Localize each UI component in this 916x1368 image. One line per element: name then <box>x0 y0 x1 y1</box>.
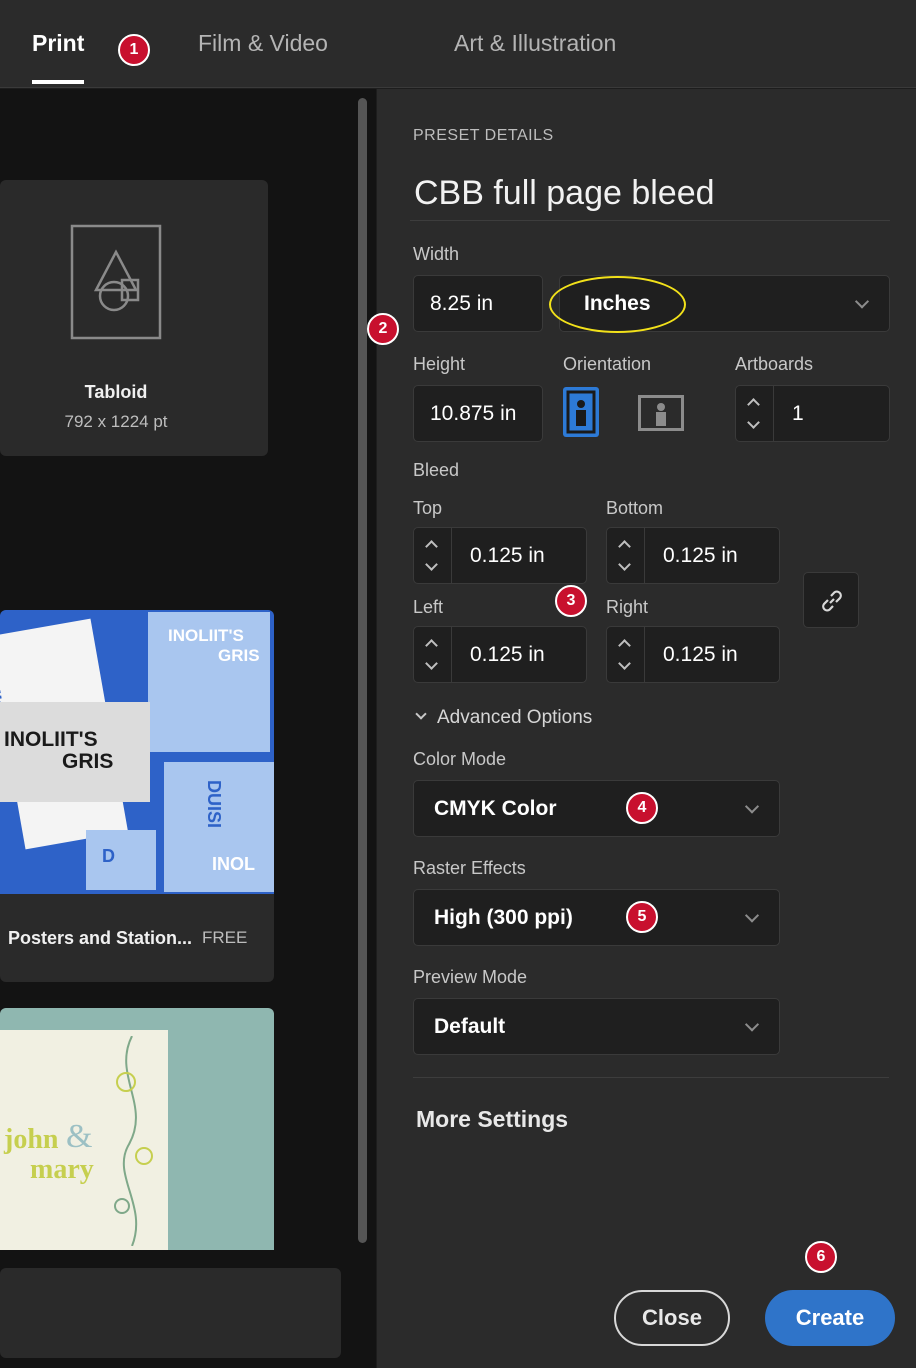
floral-illustration <box>114 1036 153 1246</box>
artboards-label: Artboards <box>735 354 814 374</box>
poster-sheet: INOLIIT'S GRIS <box>148 612 270 752</box>
stepper-arrows[interactable] <box>414 528 452 583</box>
invitation-card: john & mary <box>0 1030 168 1250</box>
preset-card-tabloid[interactable]: Tabloid 792 x 1224 pt <box>0 180 268 456</box>
create-button[interactable]: Create <box>765 1290 895 1346</box>
callout-badge-4: 4 <box>626 792 658 824</box>
tab-art-illustration[interactable]: Art & Illustration <box>454 30 616 57</box>
chevron-down-icon <box>744 798 760 814</box>
stepper-arrows[interactable] <box>607 627 645 682</box>
template-card-invitation[interactable]: john & mary <box>0 1008 274 1250</box>
width-field[interactable]: 8.25 in <box>413 275 543 332</box>
divider <box>413 1077 889 1078</box>
portrait-orientation-icon[interactable] <box>563 387 599 437</box>
bleed-left-label: Left <box>413 597 444 617</box>
stepper-arrows[interactable] <box>736 386 774 441</box>
close-button[interactable]: Close <box>614 1290 730 1346</box>
poster-sheet: DUISI INOL <box>164 762 274 892</box>
callout-badge-5: 5 <box>626 901 658 933</box>
chevron-down-icon <box>854 293 870 309</box>
preset-name-input[interactable]: CBB full page bleed <box>414 174 715 213</box>
active-tab-indicator <box>32 80 84 84</box>
chevron-down-icon <box>744 1016 760 1032</box>
orientation-label: Orientation <box>563 354 652 374</box>
landscape-orientation-icon[interactable] <box>636 393 686 433</box>
callout-badge-6: 6 <box>805 1241 837 1273</box>
template-card-title: Posters and Station... <box>8 928 193 948</box>
stepper-arrows[interactable] <box>607 528 645 583</box>
callout-badge-3: 3 <box>555 585 587 617</box>
bleed-bottom-label: Bottom <box>606 498 664 518</box>
poster-sheet: D <box>86 830 156 890</box>
more-settings-button[interactable]: More Settings <box>416 1106 568 1133</box>
callout-badge-1: 1 <box>118 34 150 66</box>
bleed-left-field[interactable]: 0.125 in <box>413 626 587 683</box>
raster-effects-label: Raster Effects <box>413 858 526 878</box>
bleed-right-label: Right <box>606 597 649 617</box>
template-card-price: FREE <box>202 928 248 947</box>
highlight-ellipse <box>549 276 686 333</box>
preset-card-size: 792 x 1224 pt <box>64 412 168 431</box>
raster-effects-dropdown[interactable]: High (300 ppi) <box>413 889 780 946</box>
section-label: PRESET DETAILS <box>413 127 554 144</box>
color-mode-label: Color Mode <box>413 749 507 769</box>
chevron-down-icon <box>415 708 427 720</box>
stepper-arrows[interactable] <box>414 627 452 682</box>
tab-film-video[interactable]: Film & Video <box>198 30 328 57</box>
bleed-bottom-field[interactable]: 0.125 in <box>606 527 780 584</box>
template-thumbnail: DUISI INOLIIT'S GRIS INOLIIT'S GRIS DUIS… <box>0 610 274 894</box>
chevron-down-icon <box>744 907 760 923</box>
artboards-stepper[interactable]: 1 <box>735 385 890 442</box>
preview-mode-dropdown[interactable]: Default <box>413 998 780 1055</box>
preview-mode-label: Preview Mode <box>413 967 528 987</box>
bleed-top-field[interactable]: 0.125 in <box>413 527 587 584</box>
bleed-top-label: Top <box>413 498 443 518</box>
link-icon <box>822 590 842 612</box>
color-mode-dropdown[interactable]: CMYK Color <box>413 780 780 837</box>
preset-card-title: Tabloid <box>84 382 148 402</box>
divider <box>410 220 890 221</box>
advanced-options-toggle[interactable]: Advanced Options <box>413 707 643 731</box>
gallery-scrollbar[interactable] <box>358 98 367 1243</box>
height-label: Height <box>413 354 466 374</box>
gallery-footer <box>0 1268 341 1358</box>
bleed-label: Bleed <box>413 460 460 480</box>
callout-badge-2: 2 <box>367 313 399 345</box>
link-bleed-button[interactable] <box>803 572 859 628</box>
height-field[interactable]: 10.875 in <box>413 385 543 442</box>
poster-sheet: INOLIIT'S GRIS <box>0 702 150 802</box>
width-label: Width <box>413 244 460 264</box>
document-shapes-icon <box>70 224 162 340</box>
template-card-posters[interactable]: DUISI INOLIIT'S GRIS INOLIIT'S GRIS DUIS… <box>0 610 274 982</box>
tab-print[interactable]: Print <box>32 30 84 57</box>
bleed-right-field[interactable]: 0.125 in <box>606 626 780 683</box>
